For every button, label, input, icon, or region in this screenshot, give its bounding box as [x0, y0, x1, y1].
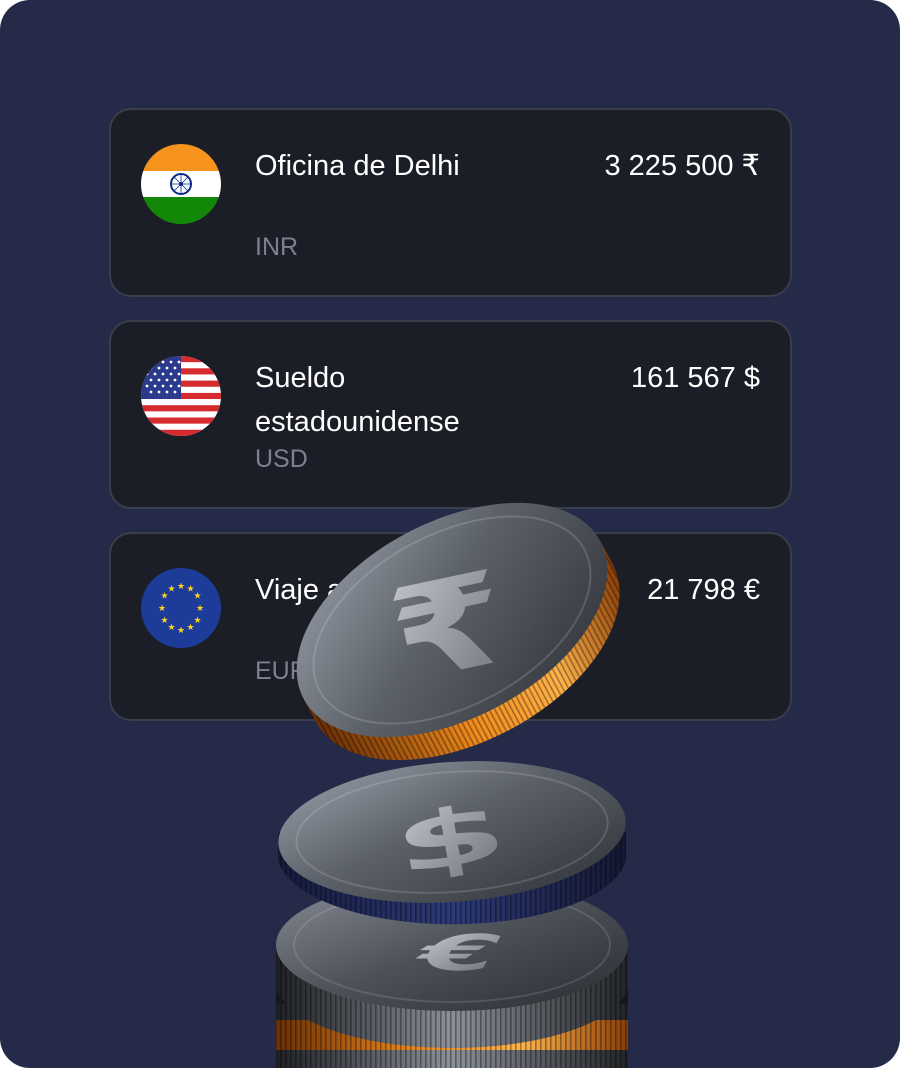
account-name: Oficina de Delhi — [255, 150, 460, 182]
coin-stack-illustration: € $ ₹ — [276, 502, 628, 1068]
background-panel: Oficina de Delhi INR 3 225 500 ₹ Sueldo … — [0, 0, 900, 1068]
svg-text:★: ★ — [193, 616, 201, 626]
svg-text:★: ★ — [167, 623, 175, 633]
svg-text:★: ★ — [186, 623, 194, 633]
india-flag-icon — [141, 144, 221, 224]
account-card-inr[interactable]: Oficina de Delhi INR 3 225 500 ₹ — [109, 108, 792, 297]
svg-text:★: ★ — [177, 626, 185, 636]
currency-code: USD — [255, 445, 308, 473]
svg-text:★: ★ — [196, 604, 204, 614]
account-balance: 161 567 $ — [630, 362, 760, 394]
account-card-usd[interactable]: Sueldo estadounidense USD 161 567 $ — [109, 320, 792, 509]
svg-text:★: ★ — [160, 616, 168, 626]
svg-text:★: ★ — [158, 604, 166, 614]
account-balance: 21 798 € — [647, 574, 760, 606]
dollar-coin-icon: $ — [387, 784, 514, 893]
currency-code: INR — [255, 233, 299, 261]
usa-flag-icon — [141, 356, 221, 436]
svg-text:★: ★ — [167, 585, 175, 595]
eu-flag-icon: ★ ★ ★ ★ ★ ★ ★ ★ ★ ★ ★ ★ — [141, 568, 221, 648]
svg-text:★: ★ — [177, 582, 185, 592]
account-name: Sueldo estadounidense — [255, 362, 460, 438]
svg-text:★: ★ — [193, 592, 201, 602]
account-balance: 3 225 500 ₹ — [604, 150, 760, 182]
